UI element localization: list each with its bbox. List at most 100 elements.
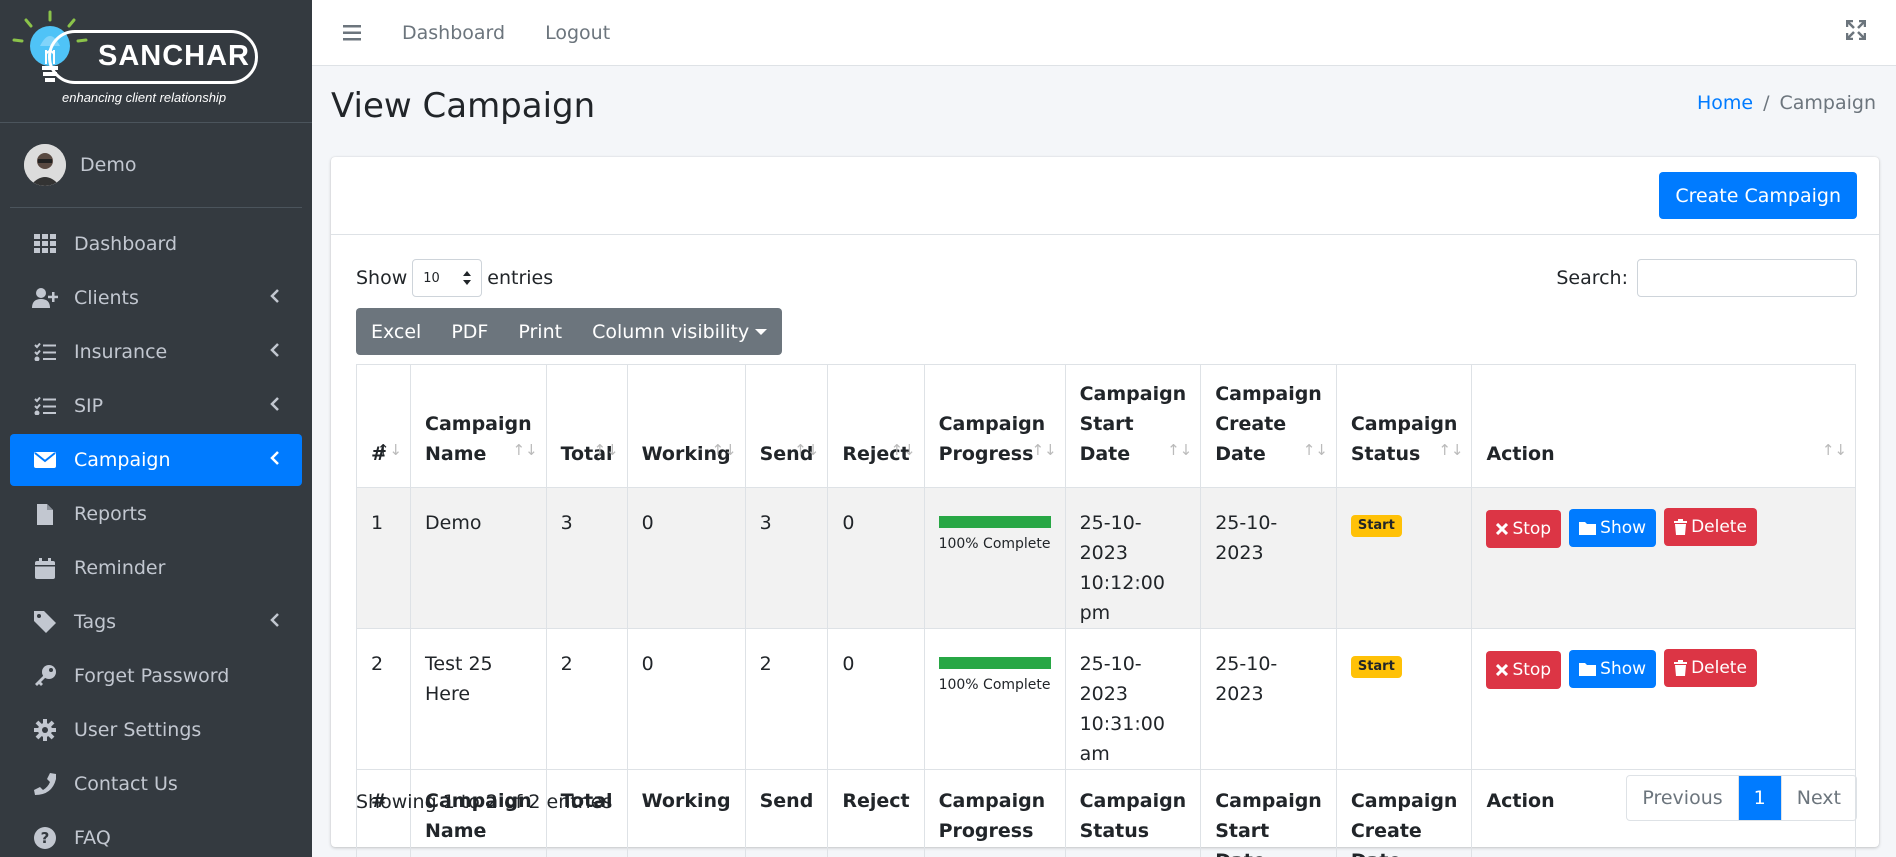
stop-button[interactable]: Stop xyxy=(1486,510,1562,548)
sidebar-item-clients[interactable]: Clients xyxy=(10,272,302,324)
tasks-icon xyxy=(32,339,58,365)
pagination-next[interactable]: Next xyxy=(1780,776,1856,820)
column-visibility-button[interactable]: Column visibility xyxy=(577,308,782,355)
footer-reject: Reject xyxy=(827,769,925,857)
calendar-icon xyxy=(32,555,58,581)
excel-button[interactable]: Excel xyxy=(356,308,436,355)
table-info: Showing 1 to 2 of 2 entries xyxy=(356,791,613,813)
delete-button[interactable]: Delete xyxy=(1664,649,1757,687)
footer-campaign-name: Campaign Name xyxy=(410,769,547,857)
nav-link-dashboard[interactable]: Dashboard xyxy=(402,22,505,44)
show-button[interactable]: Show xyxy=(1569,650,1657,688)
sidebar-item-reminder[interactable]: Reminder xyxy=(10,542,302,594)
sidebar-item-label: SIP xyxy=(74,395,104,417)
svg-text:?: ? xyxy=(41,829,50,847)
sidebar-item-insurance[interactable]: Insurance xyxy=(10,326,302,378)
search-input[interactable] xyxy=(1637,259,1857,297)
progress-bar xyxy=(938,516,1051,528)
pagination: Previous 1 Next xyxy=(1626,775,1857,821)
pdf-button[interactable]: PDF xyxy=(436,308,503,355)
sidebar-item-contact-us[interactable]: Contact Us xyxy=(10,758,302,810)
sidebar-item-tags[interactable]: Tags xyxy=(10,596,302,648)
chevron-left-icon xyxy=(270,289,279,303)
breadcrumb: Home / Campaign xyxy=(1697,92,1876,114)
sidebar-item-dashboard[interactable]: Dashboard xyxy=(10,218,302,270)
brand-logo[interactable]: SANCHAR enhancing client relationship xyxy=(0,0,312,123)
column-header-campaign-create-date[interactable]: Campaign Create Date ↑↓ xyxy=(1200,364,1337,488)
key-icon xyxy=(32,663,58,689)
sort-icon: ↑↓ xyxy=(1167,441,1193,459)
footer-campaign-progress: Campaign Progress xyxy=(923,769,1066,857)
sidebar-item-user-settings[interactable]: User Settings xyxy=(10,704,302,756)
show-button[interactable]: Show xyxy=(1569,509,1657,547)
cell-status: Start xyxy=(1335,628,1473,770)
campaign-card: Create Campaign Show 10 entries Search: … xyxy=(331,157,1879,857)
sidebar-nav: Dashboard Clients Insurance SIP Campaign… xyxy=(0,208,312,857)
chevron-left-icon xyxy=(270,343,279,357)
cell-total: 2 xyxy=(545,628,628,770)
sidebar-item-reports[interactable]: Reports xyxy=(10,488,302,540)
progress-label: 100% Complete xyxy=(938,677,1051,693)
entries-label: entries xyxy=(487,267,554,289)
column-header-campaign-progress[interactable]: Campaign Progress ↑↓ xyxy=(923,364,1066,488)
column-header-campaign-name[interactable]: Campaign Name ↑↓ xyxy=(410,364,547,488)
footer-send: Send xyxy=(744,769,829,857)
chevron-left-icon xyxy=(270,451,279,465)
column-header-total[interactable]: Total ↑↓ xyxy=(545,364,628,488)
cell-total: 3 xyxy=(545,487,628,629)
column-header-reject[interactable]: Reject ↑↓ xyxy=(827,364,925,488)
tasks-icon xyxy=(32,393,58,419)
print-button[interactable]: Print xyxy=(503,308,577,355)
cell-status: Start xyxy=(1335,487,1473,629)
column-header-action[interactable]: Action ↑↓ xyxy=(1471,364,1856,488)
cell-working: 0 xyxy=(626,628,746,770)
user-panel[interactable]: Demo xyxy=(10,123,302,208)
sort-icon: ↑↓ xyxy=(711,441,737,459)
cell-campaign-name: Demo xyxy=(410,487,547,629)
column-header-send[interactable]: Send ↑↓ xyxy=(744,364,829,488)
column-header-campaign-start-date[interactable]: Campaign Start Date ↑↓ xyxy=(1064,364,1202,488)
cell-create-date: 25-10-2023 xyxy=(1200,628,1337,770)
sidebar-item-label: Campaign xyxy=(74,449,171,471)
grid-icon xyxy=(32,231,58,257)
select-arrows-icon xyxy=(463,271,472,285)
sidebar-item-label: Clients xyxy=(74,287,139,309)
sidebar-item-label: FAQ xyxy=(74,827,111,849)
tag-icon xyxy=(32,609,58,635)
cell-start-date: 25-10-2023 10:12:00 pm xyxy=(1064,487,1202,629)
breadcrumb-home[interactable]: Home xyxy=(1697,92,1753,114)
delete-button[interactable]: Delete xyxy=(1664,508,1757,546)
column-header-campaign-status[interactable]: Campaign Status ↑↓ xyxy=(1335,364,1473,488)
cell-num: 2 xyxy=(356,628,411,770)
brand-name: SANCHAR xyxy=(98,40,250,72)
sidebar-item-forget-password[interactable]: Forget Password xyxy=(10,650,302,702)
user-photo-icon xyxy=(24,144,66,186)
sort-icon: ↑↓ xyxy=(1031,441,1057,459)
length-control: Show 10 entries xyxy=(356,259,553,297)
hamburger-menu-icon[interactable] xyxy=(342,24,362,41)
fullscreen-icon[interactable] xyxy=(1846,20,1866,40)
create-campaign-button[interactable]: Create Campaign xyxy=(1659,172,1857,219)
trash-icon xyxy=(1674,519,1688,535)
pagination-page-1[interactable]: 1 xyxy=(1737,776,1781,820)
sidebar-item-faq[interactable]: ? FAQ xyxy=(10,812,302,857)
cell-start-date: 25-10-2023 10:31:00 am xyxy=(1064,628,1202,770)
nav-link-logout[interactable]: Logout xyxy=(545,22,610,44)
close-icon xyxy=(1496,523,1509,535)
breadcrumb-separator: / xyxy=(1763,92,1770,114)
card-header: Create Campaign xyxy=(331,157,1879,235)
pagination-previous[interactable]: Previous xyxy=(1627,776,1737,820)
cell-num: 1 xyxy=(356,487,411,629)
cell-reject: 0 xyxy=(827,487,925,629)
cell-action: Stop Show Delete xyxy=(1471,487,1856,629)
phone-icon xyxy=(32,771,58,797)
sidebar-item-label: Dashboard xyxy=(74,233,178,255)
column-header-working[interactable]: Working ↑↓ xyxy=(626,364,746,488)
entries-select[interactable]: 10 xyxy=(412,259,483,297)
column-header-num[interactable]: # ↑↓ xyxy=(356,364,411,488)
avatar[interactable] xyxy=(24,144,66,186)
chevron-left-icon xyxy=(270,613,279,627)
stop-button[interactable]: Stop xyxy=(1486,651,1562,689)
sidebar-item-sip[interactable]: SIP xyxy=(10,380,302,432)
sidebar-item-campaign[interactable]: Campaign xyxy=(10,434,302,486)
